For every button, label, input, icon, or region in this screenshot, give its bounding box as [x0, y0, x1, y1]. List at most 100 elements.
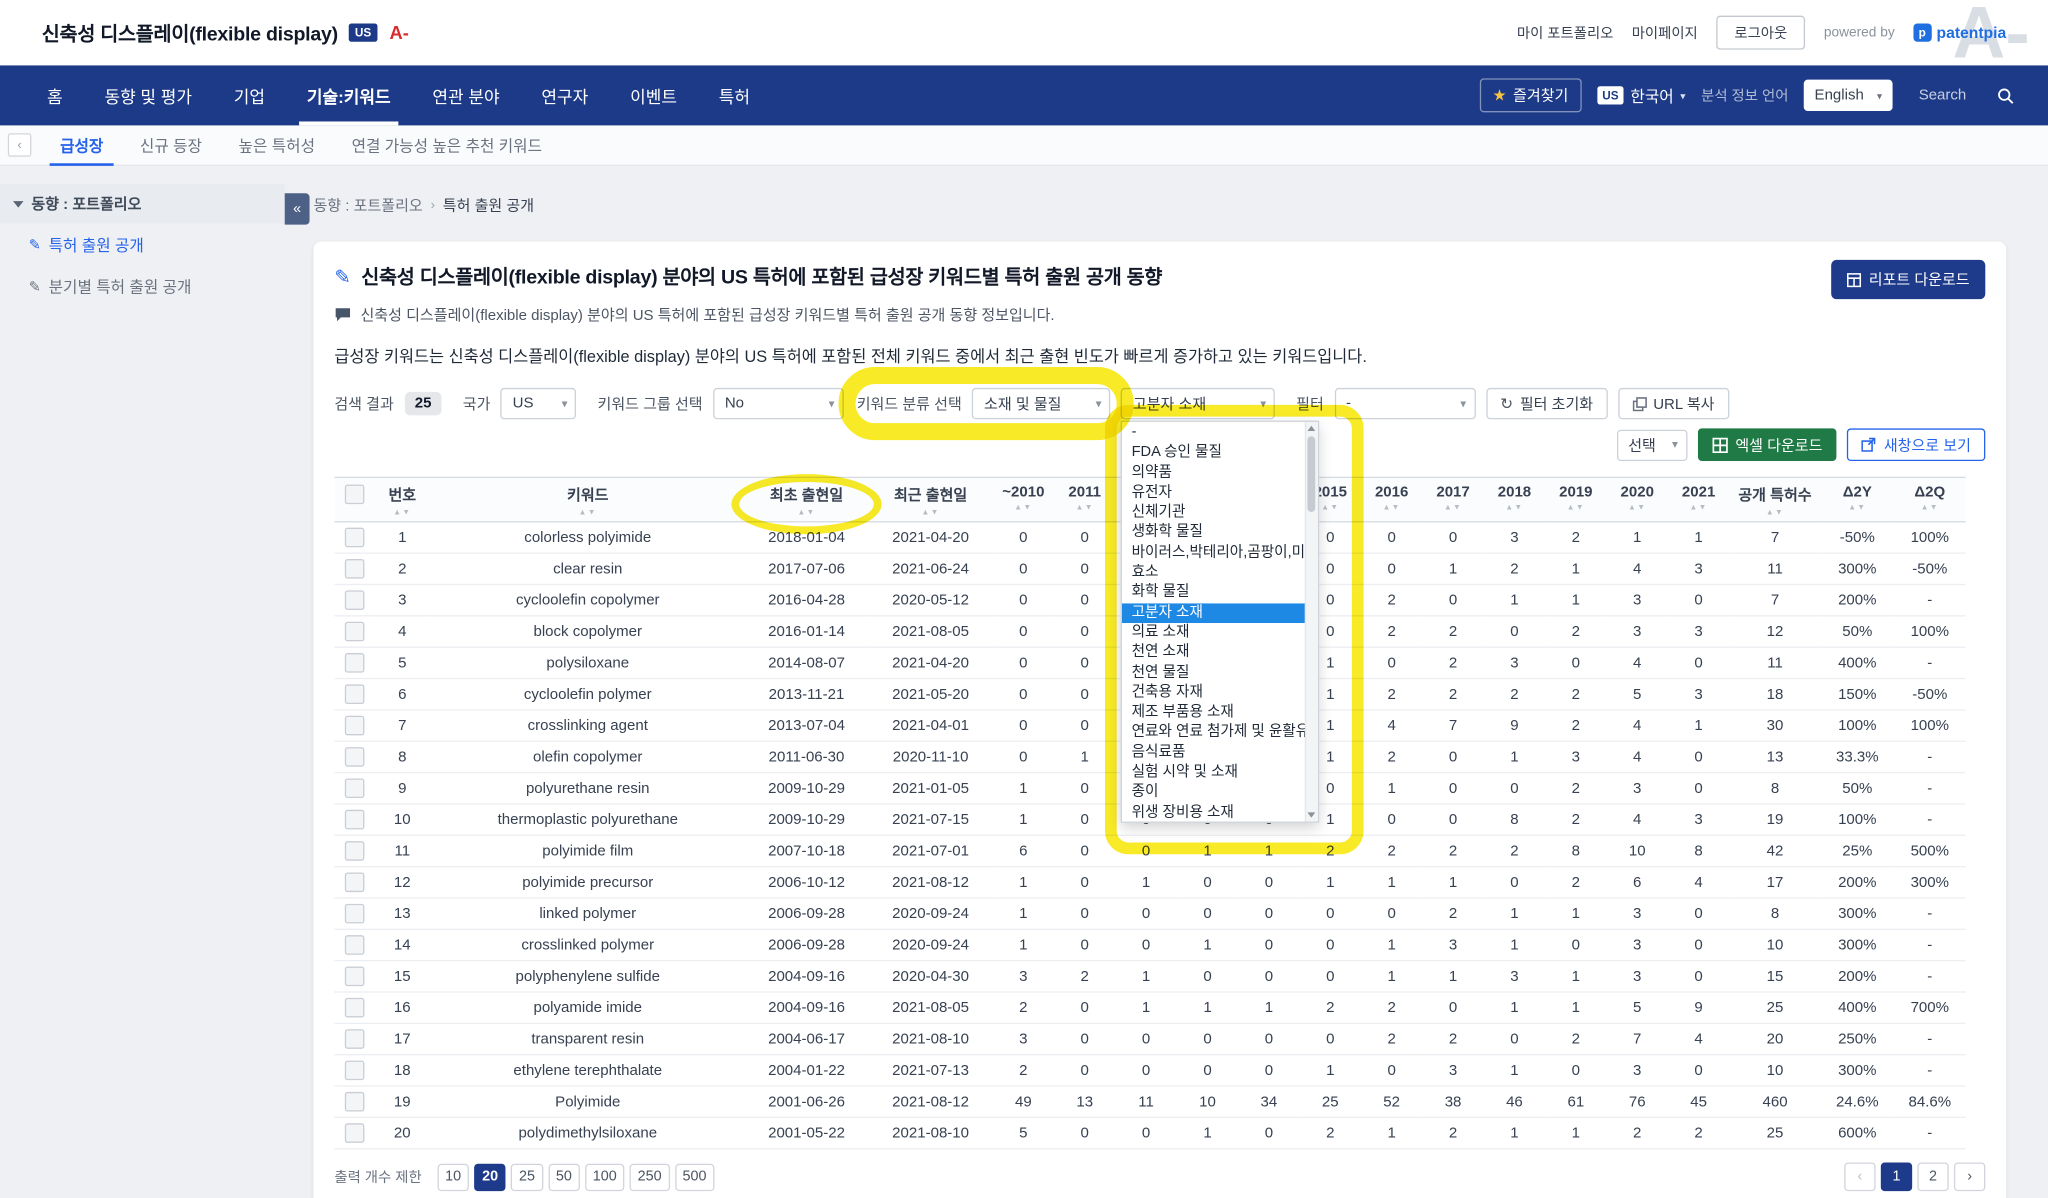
keyword-cell[interactable]: polyimide film — [431, 835, 744, 866]
dropdown-option-8[interactable]: 효소 — [1122, 563, 1306, 583]
sort-icon[interactable]: ▲▼ — [1486, 504, 1542, 512]
row-checkbox[interactable] — [344, 810, 364, 830]
sort-icon[interactable]: ▲▼ — [995, 504, 1051, 512]
limit-option-100[interactable]: 100 — [585, 1163, 625, 1190]
column-header-16[interactable]: 2021▲▼ — [1668, 477, 1729, 521]
logout-button[interactable]: 로그아웃 — [1716, 16, 1805, 50]
open-new-window-button[interactable]: 새창으로 보기 — [1847, 428, 1985, 461]
dropdown-option-2[interactable]: FDA 승인 물질 — [1122, 443, 1306, 463]
column-header-5[interactable]: ~2010▲▼ — [993, 477, 1054, 521]
column-header-4[interactable]: 최근 출현일▲▼ — [869, 477, 993, 521]
sort-icon[interactable]: ▲▼ — [1548, 504, 1604, 512]
dropdown-option-3[interactable]: 의약품 — [1122, 463, 1306, 483]
page-button-2[interactable]: 2 — [1917, 1162, 1948, 1191]
sidebar-collapse-button[interactable]: « — [285, 193, 310, 224]
nav-item-7[interactable]: 이벤트 — [609, 65, 698, 125]
keyword-group-select[interactable]: No — [713, 388, 844, 419]
breadcrumb-level1[interactable]: 동향 : 포트폴리오 — [313, 195, 422, 216]
keyword-cell[interactable]: block copolymer — [431, 616, 744, 647]
column-header-14[interactable]: 2019▲▼ — [1545, 477, 1606, 521]
sort-icon[interactable]: ▲▼ — [1364, 504, 1420, 512]
keyword-cell[interactable]: polysiloxane — [431, 647, 744, 678]
dropdown-option-6[interactable]: 생화학 물질 — [1122, 523, 1306, 543]
row-checkbox[interactable] — [344, 1123, 364, 1143]
limit-option-10[interactable]: 10 — [437, 1163, 469, 1190]
column-header-15[interactable]: 2020▲▼ — [1607, 477, 1668, 521]
sidebar-item-2[interactable]: ✎분기별 특허 출원 공개 — [0, 265, 285, 307]
report-download-button[interactable]: 리포트 다운로드 — [1831, 260, 1985, 299]
scroll-up-icon[interactable] — [1308, 426, 1316, 431]
subnav-tab-2[interactable]: 신규 등장 — [122, 125, 221, 164]
sort-icon[interactable]: ▲▼ — [747, 509, 866, 517]
nav-item-4[interactable]: 기술:키워드 — [286, 65, 412, 125]
keyword-cell[interactable]: polyphenylene sulfide — [431, 961, 744, 992]
nav-item-2[interactable]: 동향 및 평가 — [84, 65, 213, 125]
keyword-cell[interactable]: polyurethane resin — [431, 773, 744, 804]
dropdown-option-10[interactable]: 고분자 소재 — [1122, 603, 1306, 623]
limit-option-250[interactable]: 250 — [630, 1163, 670, 1190]
column-header-11[interactable]: 2016▲▼ — [1361, 477, 1422, 521]
scrollbar-thumb[interactable] — [1308, 436, 1316, 512]
row-checkbox[interactable] — [344, 716, 364, 736]
sort-icon[interactable]: ▲▼ — [1057, 504, 1113, 512]
dropdown-option-4[interactable]: 유전자 — [1122, 483, 1306, 503]
site-language-select[interactable]: US 한국어 ▾ — [1597, 84, 1685, 106]
analysis-language-select[interactable]: English ▾ — [1804, 80, 1892, 111]
row-checkbox[interactable] — [344, 1029, 364, 1049]
copy-url-button[interactable]: URL 복사 — [1618, 388, 1729, 419]
keyword-cell[interactable]: cycloolefin copolymer — [431, 584, 744, 615]
sort-icon[interactable]: ▲▼ — [376, 509, 428, 517]
sort-icon[interactable]: ▲▼ — [871, 509, 990, 517]
keyword-cell[interactable]: crosslinked polymer — [431, 929, 744, 960]
dropdown-option-1[interactable]: - — [1122, 423, 1306, 443]
dropdown-option-15[interactable]: 제조 부품용 소재 — [1122, 703, 1306, 723]
sort-icon[interactable]: ▲▼ — [1425, 504, 1481, 512]
dropdown-option-9[interactable]: 화학 물질 — [1122, 583, 1306, 603]
row-checkbox[interactable] — [344, 935, 364, 955]
dropdown-option-11[interactable]: 의료 소재 — [1122, 623, 1306, 643]
my-portfolio-link[interactable]: 마이 포트폴리오 — [1517, 22, 1614, 43]
row-checkbox[interactable] — [344, 967, 364, 987]
subnav-tab-4[interactable]: 연결 가능성 높은 추천 키워드 — [333, 125, 560, 164]
dropdown-option-13[interactable]: 천연 물질 — [1122, 663, 1306, 683]
dropdown-option-7[interactable]: 바이러스,박테리아,곰팡이,미생물 — [1122, 543, 1306, 563]
keyword-cell[interactable]: polyimide precursor — [431, 867, 744, 898]
row-checkbox[interactable] — [344, 684, 364, 704]
column-header-13[interactable]: 2018▲▼ — [1484, 477, 1545, 521]
subnav-tab-3[interactable]: 높은 특허성 — [220, 125, 333, 164]
dropdown-option-17[interactable]: 음식료품 — [1122, 743, 1306, 763]
column-header-1[interactable]: 번호▲▼ — [374, 477, 431, 521]
favorites-button[interactable]: ★ 즐겨찾기 — [1479, 78, 1581, 112]
row-checkbox[interactable] — [344, 559, 364, 579]
column-header-3[interactable]: 최초 출현일▲▼ — [744, 477, 868, 521]
collapse-left-icon[interactable]: ‹ — [8, 133, 32, 157]
keyword-cell[interactable]: thermoplastic polyurethane — [431, 804, 744, 835]
column-header-17[interactable]: 공개 특허수▲▼ — [1729, 477, 1820, 521]
keyword-subcategory-select[interactable]: 고분자 소재 — [1121, 388, 1275, 419]
sidebar-item-1[interactable]: ✎특허 출원 공개 — [0, 223, 285, 265]
row-checkbox[interactable] — [344, 778, 364, 798]
keyword-cell[interactable]: polydimethylsiloxane — [431, 1117, 744, 1148]
sort-icon[interactable]: ▲▼ — [1896, 504, 1963, 512]
dropdown-option-20[interactable]: 위생 장비용 소재 — [1122, 803, 1306, 822]
dropdown-scrollbar[interactable] — [1305, 422, 1318, 822]
sort-icon[interactable]: ▲▼ — [1823, 504, 1891, 512]
select-all-checkbox[interactable] — [344, 485, 364, 505]
country-select[interactable]: US — [501, 388, 577, 419]
sort-icon[interactable]: ▲▼ — [434, 509, 742, 517]
keyword-cell[interactable]: clear resin — [431, 553, 744, 584]
filter-select[interactable]: - — [1334, 388, 1475, 419]
column-header-2[interactable]: 키워드▲▼ — [431, 477, 744, 521]
prev-page-button[interactable]: ‹ — [1844, 1162, 1875, 1191]
nav-item-6[interactable]: 연구자 — [521, 65, 610, 125]
row-checkbox[interactable] — [344, 904, 364, 924]
keyword-cell[interactable]: ethylene terephthalate — [431, 1055, 744, 1086]
row-checkbox[interactable] — [344, 653, 364, 673]
limit-option-500[interactable]: 500 — [675, 1163, 715, 1190]
selection-select[interactable]: 선택 — [1616, 429, 1687, 460]
keyword-cell[interactable]: transparent resin — [431, 1023, 744, 1054]
row-checkbox[interactable] — [344, 590, 364, 610]
row-checkbox[interactable] — [344, 872, 364, 892]
dropdown-option-18[interactable]: 실험 시약 및 소재 — [1122, 763, 1306, 783]
scroll-down-icon[interactable] — [1308, 812, 1316, 817]
